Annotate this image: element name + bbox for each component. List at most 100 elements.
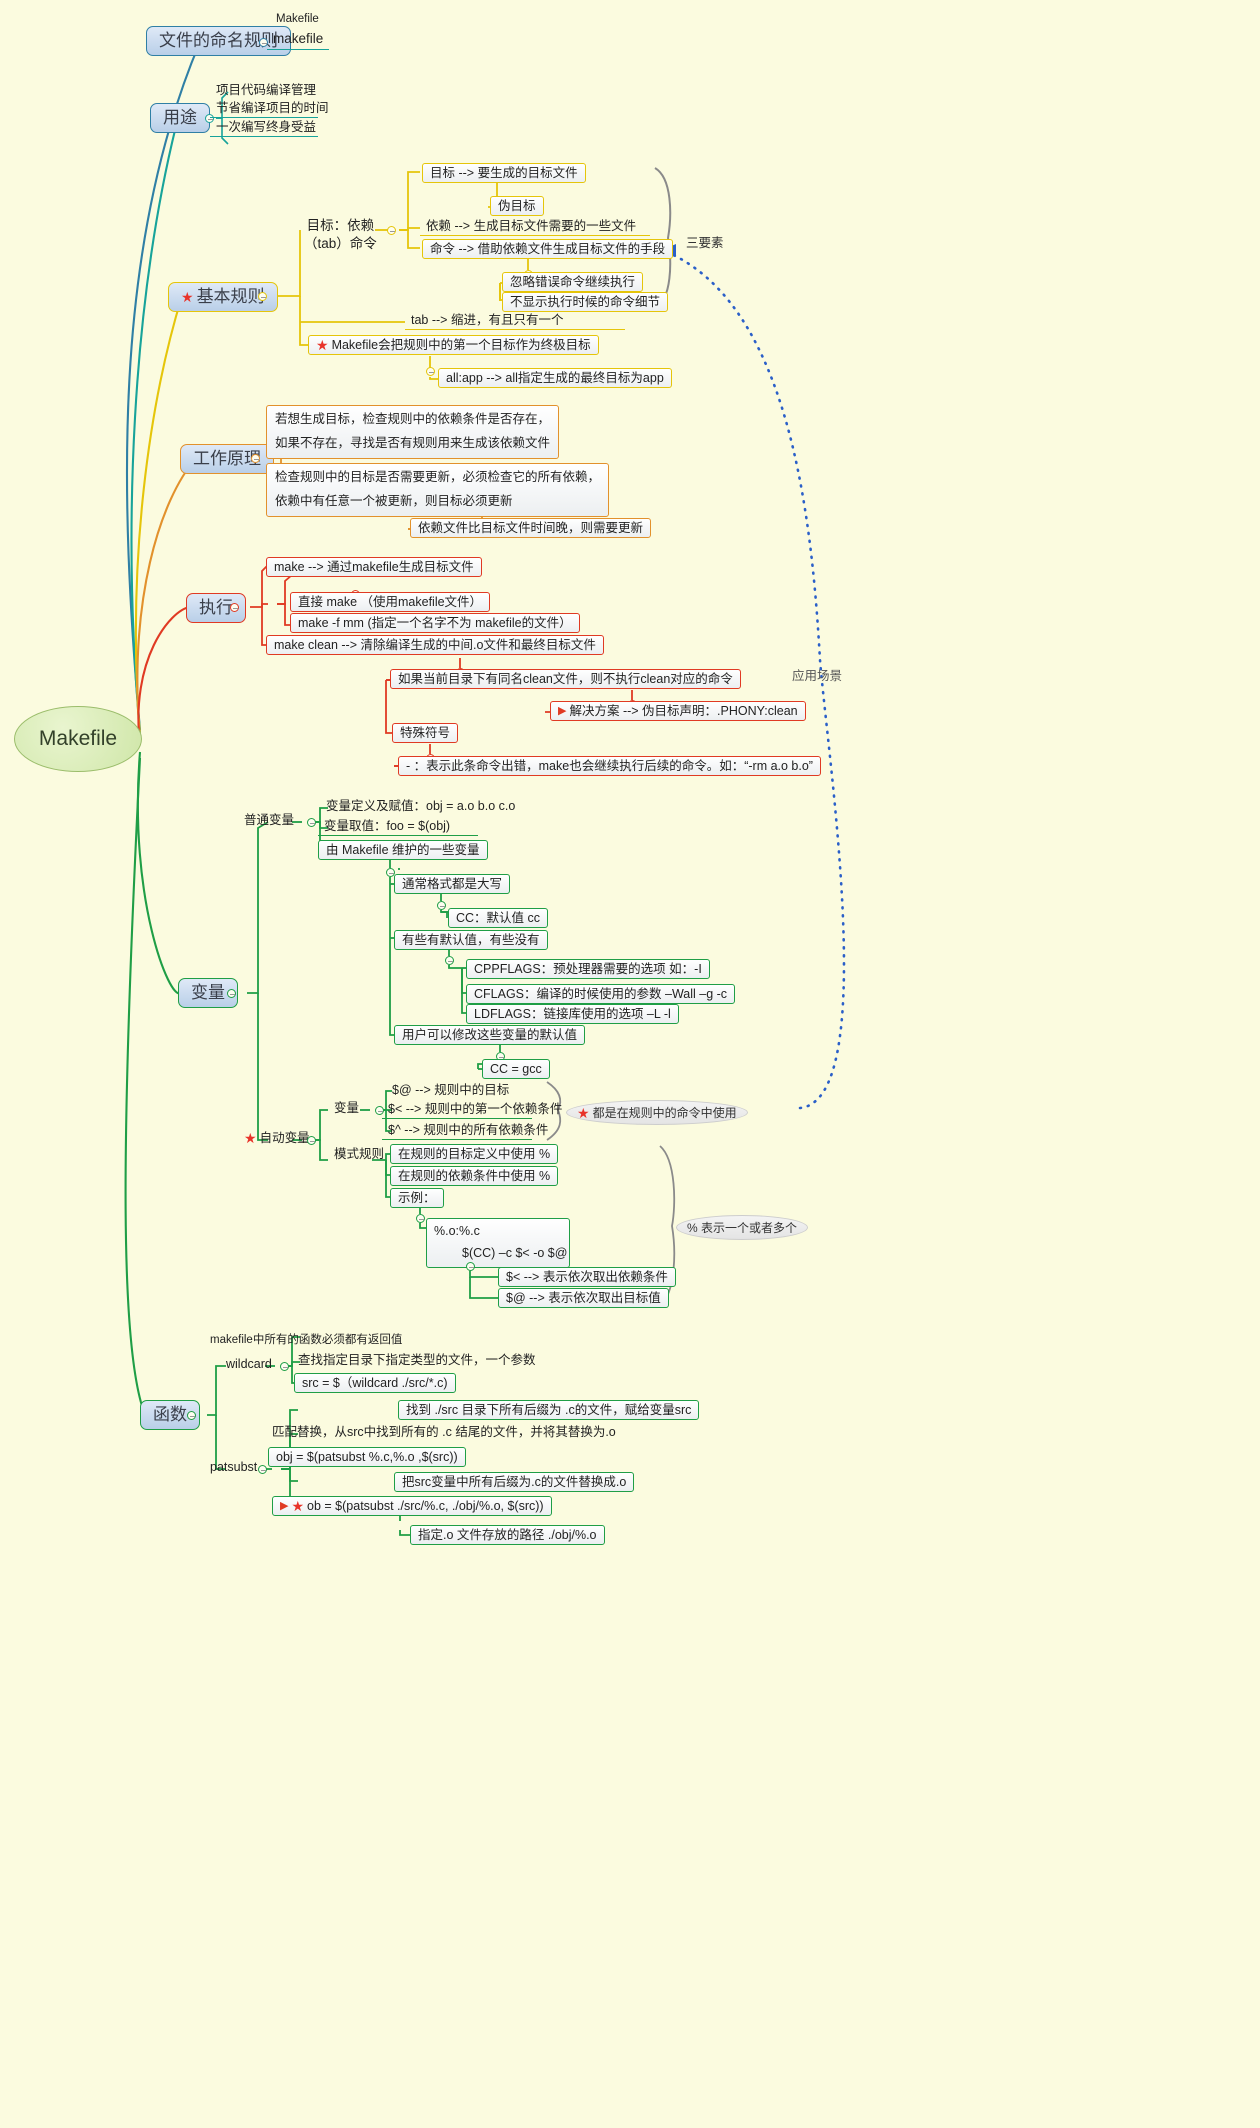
node-dollar-lt-meaning[interactable]: $< --> 表示依次取出依赖条件 xyxy=(498,1267,676,1288)
node-dollar-caret-label: $^ --> 规则中的所有依赖条件 xyxy=(388,1123,549,1137)
node-make-basic[interactable]: make --> 通过makefile生成目标文件 xyxy=(266,557,482,578)
node-clean-conflict[interactable]: 如果当前目录下有同名clean文件，则不执行clean对应的命令 xyxy=(390,669,741,690)
node-makefile-capital[interactable]: Makefile xyxy=(272,12,323,27)
node-functions-note: makefile中所有的函数必须都有返回值 xyxy=(206,1333,406,1348)
collapse-handle-pattern-code[interactable] xyxy=(466,1262,475,1271)
node-target-def[interactable]: 目标 --> 要生成的目标文件 xyxy=(422,163,586,184)
node-make-direct[interactable]: 直接 make （使用makefile文件） xyxy=(290,592,491,613)
node-first-target-rule[interactable]: ★ Makefile会把规则中的第一个目标作为终极目标 xyxy=(308,335,599,356)
node-cflags[interactable]: CFLAGS：编译的时候使用的参数 –Wall –g -c xyxy=(466,984,736,1005)
node-patsubst[interactable]: patsubst xyxy=(206,1459,261,1475)
node-command-def[interactable]: 命令 --> 借助依赖文件生成目标文件的手段 xyxy=(422,239,674,260)
node-pattern-rule[interactable]: 模式规则 xyxy=(330,1146,388,1162)
node-wildcard-result[interactable]: 找到 ./src 目录下所有后缀为 .c的文件，赋给变量src xyxy=(398,1400,700,1421)
node-var-get[interactable]: 变量取值：foo = $(obj) xyxy=(318,818,478,837)
node-patsubst-example[interactable]: obj = $(patsubst %.c,%.o ,$(src)) xyxy=(268,1447,466,1468)
collapse-handle-first-target[interactable] xyxy=(426,367,435,376)
node-phony-solution[interactable]: ▶ 解决方案 --> 伪目标声明：.PHONY:clean xyxy=(550,701,806,722)
node-patsubst-objpath[interactable]: 指定.o 文件存放的路径 ./obj/%.o xyxy=(410,1525,605,1546)
collapse-handle-uppercase[interactable] xyxy=(437,901,446,910)
node-principle-1-line1: 检查规则中的目标是否需要更新，必须检查它的所有依赖， xyxy=(275,470,601,484)
node-auto-variable[interactable]: ★ 自动变量 xyxy=(240,1130,314,1146)
collapse-handle-auto-variable[interactable] xyxy=(307,1136,316,1145)
node-patsubst-desc[interactable]: 匹配替换，从src中找到所有的 .c 结尾的文件，并将其替换为.o xyxy=(268,1424,620,1440)
node-pattern-code[interactable]: %.o:%.c $(CC) –c $< -o $@ xyxy=(426,1218,570,1268)
branch-usage[interactable]: 用途 xyxy=(150,103,210,133)
node-cc-default[interactable]: CC：默认值 cc xyxy=(448,908,549,929)
branch-variables-label: 变量 xyxy=(191,983,225,1002)
node-var-define[interactable]: 变量定义及赋值：obj = a.o b.o c.o xyxy=(322,798,519,814)
node-rule-format[interactable]: 目标：依赖 （tab）命令 xyxy=(300,216,381,254)
node-dash-rule[interactable]: - ：表示此条命令出错，make也会继续执行后续的命令。如：“-rm a.o b… xyxy=(398,756,821,777)
callout-percent-meaning: % 表示一个或者多个 xyxy=(676,1215,809,1240)
collapse-handle-principle[interactable] xyxy=(251,454,260,463)
node-usage-0[interactable]: 项目代码编译管理 xyxy=(212,82,320,98)
node-auto-var-group[interactable]: 变量 xyxy=(330,1100,363,1116)
node-first-target-rule-label: Makefile会把规则中的第一个目标作为终极目标 xyxy=(331,338,591,352)
node-wildcard-desc[interactable]: 查找指定目录下指定类型的文件，一个参数 xyxy=(294,1352,540,1368)
node-tab-rule-label: tab --> 缩进，有且只有一个 xyxy=(411,313,564,327)
node-cc-gcc[interactable]: CC = gcc xyxy=(482,1059,550,1080)
node-hide-command[interactable]: 不显示执行时候的命令细节 xyxy=(502,292,669,313)
node-pattern-example-label: 示例： xyxy=(398,1191,436,1205)
node-user-modify[interactable]: 用户可以修改这些变量的默认值 xyxy=(394,1025,586,1046)
node-pattern-example[interactable]: 示例： xyxy=(390,1188,444,1209)
mindmap-canvas: Makefile 文件的命名规则 Makefile makefile 用途 项目… xyxy=(0,0,1260,2128)
collapse-handle-variables[interactable] xyxy=(227,989,236,998)
node-command-def-label: 命令 --> 借助依赖文件生成目标文件的手段 xyxy=(430,242,666,256)
node-wildcard-result-label: 找到 ./src 目录下所有后缀为 .c的文件，赋给变量src xyxy=(406,1403,692,1417)
node-usage-2[interactable]: 一次编写终身受益 xyxy=(210,119,318,138)
node-tab-rule[interactable]: tab --> 缩进，有且只有一个 xyxy=(405,312,625,331)
node-dollar-at-meaning[interactable]: $@ --> 表示依次取出目标值 xyxy=(498,1288,669,1309)
node-special-symbol[interactable]: 特殊符号 xyxy=(392,723,459,744)
collapse-handle-rule-format[interactable] xyxy=(387,226,396,235)
node-uppercase-format[interactable]: 通常格式都是大写 xyxy=(394,874,511,895)
node-make-f[interactable]: make -f mm (指定一个名字不为 makefile的文件） xyxy=(290,613,580,634)
node-patsubst-objpath-label: 指定.o 文件存放的路径 ./obj/%.o xyxy=(418,1528,597,1542)
node-principle-sub[interactable]: 依赖文件比目标文件时间晚，则需要更新 xyxy=(410,518,652,539)
callout-three-elements-label: 三要素 xyxy=(686,236,724,250)
node-some-defaults[interactable]: 有些有默认值，有些没有 xyxy=(394,930,548,951)
collapse-handle-patsubst[interactable] xyxy=(258,1465,267,1474)
node-makefile-lower[interactable]: makefile xyxy=(267,30,329,50)
node-pattern-dep-label: 在规则的依赖条件中使用 % xyxy=(398,1169,551,1183)
node-ldflags[interactable]: LDFLAGS：链接库使用的选项 –L -l xyxy=(466,1004,679,1025)
node-special-symbol-label: 特殊符号 xyxy=(400,726,451,740)
node-dollar-lt[interactable]: $< --> 规则中的第一个依赖条件 xyxy=(382,1101,562,1120)
node-usage-1[interactable]: 节省编译项目的时间 xyxy=(210,100,329,119)
node-make-direct-label: 直接 make （使用makefile文件） xyxy=(298,595,483,609)
root-label: Makefile xyxy=(38,727,118,750)
collapse-handle-some-defaults[interactable] xyxy=(445,956,454,965)
node-dollar-caret[interactable]: $^ --> 规则中的所有依赖条件 xyxy=(382,1122,548,1141)
node-maintained-vars[interactable]: 由 Makefile 维护的一些变量 xyxy=(318,840,488,861)
collapse-handle-execute[interactable] xyxy=(230,603,239,612)
node-principle-1[interactable]: 检查规则中的目标是否需要更新，必须检查它的所有依赖， 依赖中有任意一个被更新，则… xyxy=(266,463,610,517)
node-clean-conflict-label: 如果当前目录下有同名clean文件，则不执行clean对应的命令 xyxy=(398,672,733,686)
node-normal-variable[interactable]: 普通变量 xyxy=(240,812,298,828)
collapse-handle-basic-rules[interactable] xyxy=(258,292,267,301)
collapse-handle-normal-variable[interactable] xyxy=(307,818,316,827)
node-phony-solution-label: 解决方案 --> 伪目标声明：.PHONY:clean xyxy=(569,704,798,718)
node-patsubst-path[interactable]: ▶ ★ ob = $(patsubst ./src/%.c, ./obj/%.o… xyxy=(272,1496,552,1517)
node-phony-target[interactable]: 伪目标 xyxy=(490,196,544,217)
node-pattern-dep[interactable]: 在规则的依赖条件中使用 % xyxy=(390,1166,559,1187)
node-pattern-target[interactable]: 在规则的目标定义中使用 % xyxy=(390,1144,559,1165)
node-wildcard[interactable]: wildcard xyxy=(222,1356,276,1372)
node-dollar-at[interactable]: $@ --> 规则中的目标 xyxy=(388,1082,513,1098)
node-principle-0-line1: 若想生成目标，检查规则中的依赖条件是否存在， xyxy=(275,412,551,426)
node-make-clean[interactable]: make clean --> 清除编译生成的中间.o文件和最终目标文件 xyxy=(266,635,604,656)
collapse-handle-pattern-example[interactable] xyxy=(416,1214,425,1223)
root-node[interactable]: Makefile xyxy=(14,706,142,772)
node-user-modify-label: 用户可以修改这些变量的默认值 xyxy=(402,1028,578,1042)
star-icon: ★ xyxy=(244,1130,257,1147)
node-principle-0[interactable]: 若想生成目标，检查规则中的依赖条件是否存在， 如果不存在，寻找是否有规则用来生成… xyxy=(266,405,560,459)
node-wildcard-example[interactable]: src = $（wildcard ./src/*.c) xyxy=(294,1373,456,1394)
node-dependency-def[interactable]: 依赖 --> 生成目标文件需要的一些文件 xyxy=(420,218,650,237)
node-patsubst-result[interactable]: 把src变量中所有后缀为.c的文件替换成.o xyxy=(394,1472,635,1493)
node-all-app[interactable]: all:app --> all指定生成的最终目标为app xyxy=(438,368,672,389)
collapse-handle-functions[interactable] xyxy=(187,1411,196,1420)
collapse-handle-wildcard[interactable] xyxy=(280,1362,289,1371)
node-ignore-error[interactable]: 忽略错误命令继续执行 xyxy=(502,272,644,293)
node-cppflags[interactable]: CPPFLAGS：预处理器需要的选项 如：-I xyxy=(466,959,710,980)
node-pattern-rule-label: 模式规则 xyxy=(334,1147,385,1161)
